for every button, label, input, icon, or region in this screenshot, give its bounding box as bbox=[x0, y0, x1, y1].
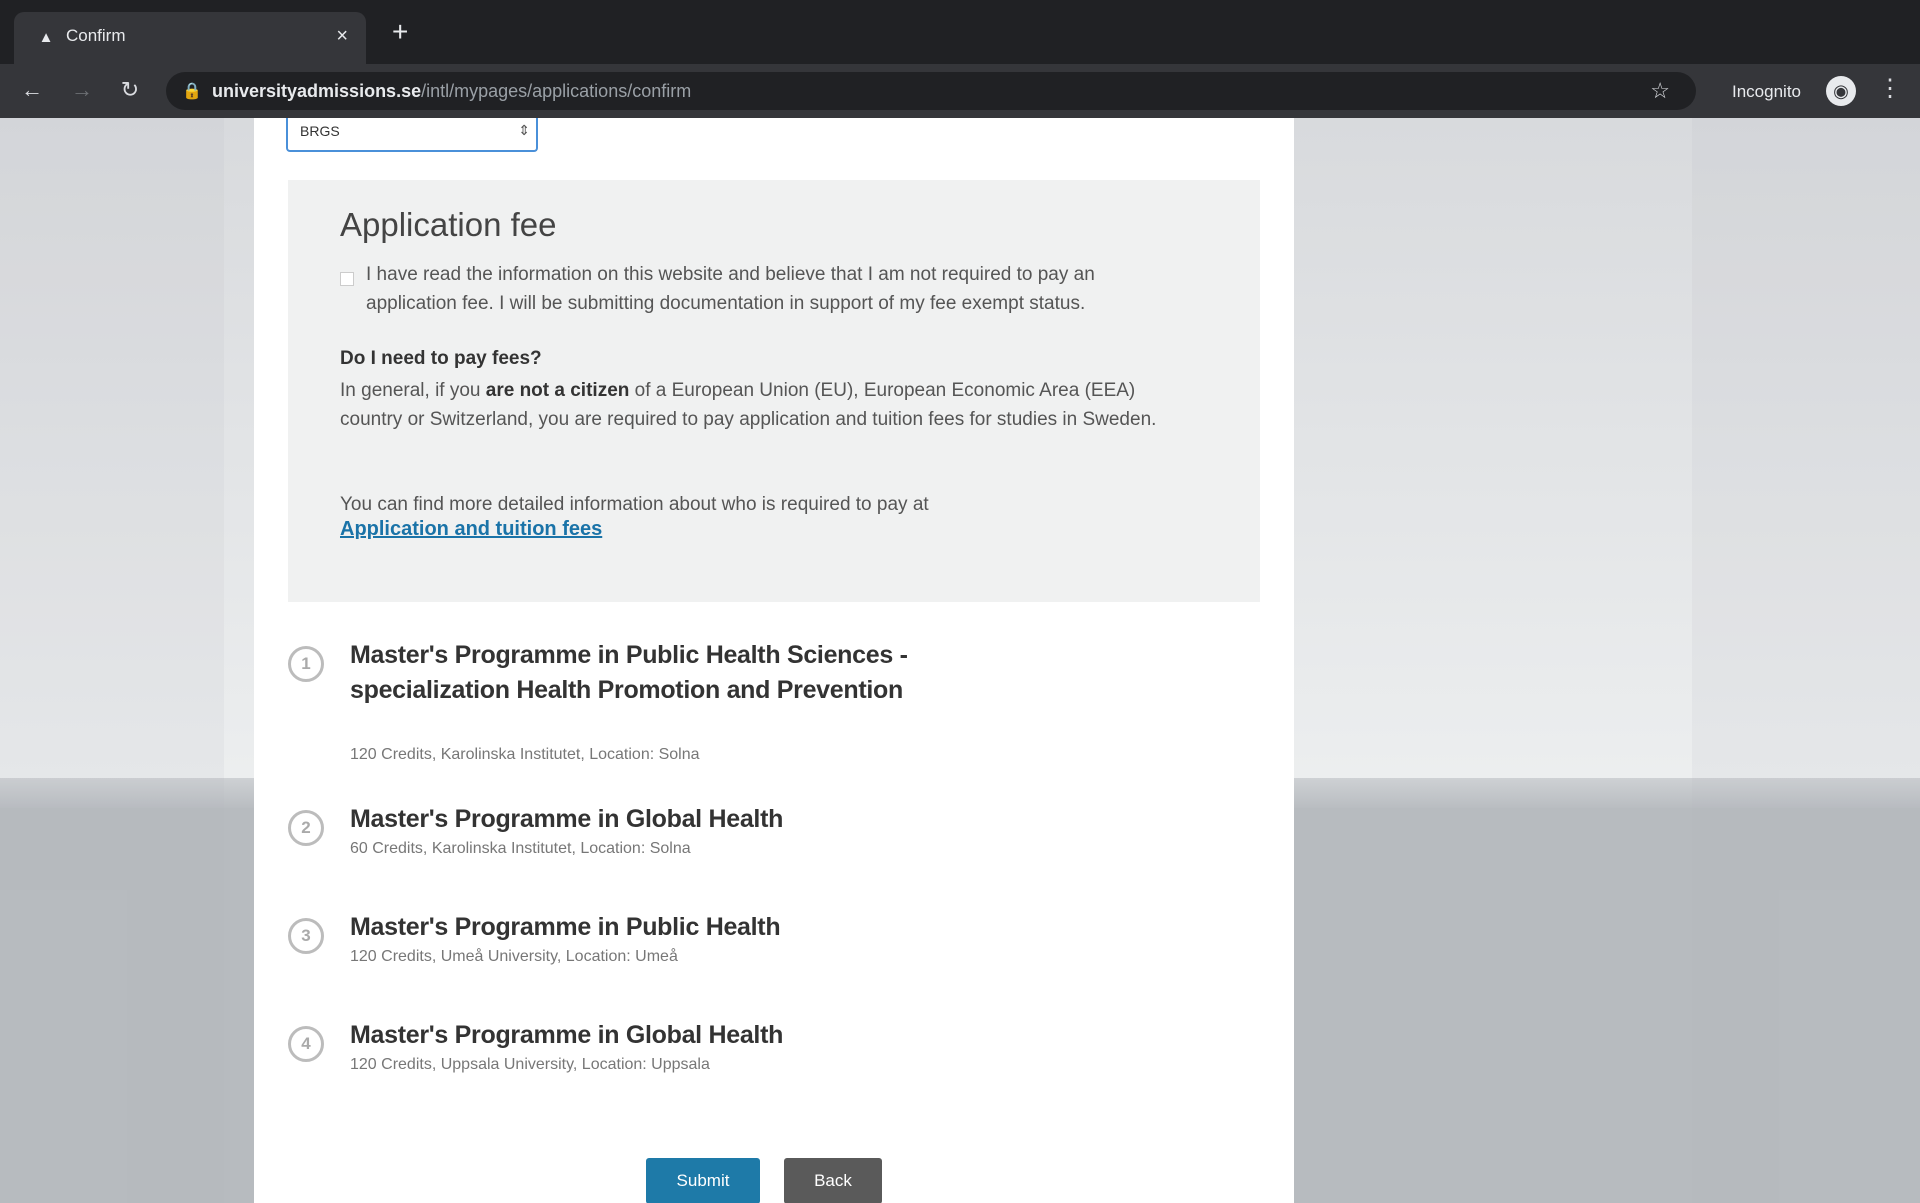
programme-number: 4 bbox=[288, 1026, 324, 1062]
forward-arrow-icon[interactable]: → bbox=[68, 76, 96, 104]
fee-general-bold: are not a citizen bbox=[485, 380, 630, 401]
tab-title: Confirm bbox=[66, 26, 126, 45]
url-path: /intl/mypages/applications/confirm bbox=[421, 81, 692, 101]
browser-tab[interactable]: ▲ Confirm × bbox=[14, 12, 366, 64]
programme-title: Master's Programme in Public Health Scie… bbox=[350, 641, 908, 704]
fee-exempt-label[interactable]: I have read the information on this webs… bbox=[366, 260, 1146, 318]
fee-general-info: In general, if you are not a citizen of … bbox=[340, 376, 1180, 434]
new-tab-button[interactable]: + bbox=[392, 18, 408, 46]
application-fee-box: Application fee I have read the informat… bbox=[288, 180, 1260, 602]
programme-number: 3 bbox=[288, 918, 324, 954]
background-side-right bbox=[1692, 118, 1920, 1203]
fee-general-prefix: In general, if you bbox=[340, 380, 486, 401]
star-icon[interactable]: ☆ bbox=[1650, 78, 1670, 104]
tuition-fees-link[interactable]: Application and tuition fees bbox=[340, 518, 602, 541]
select-value: BRGS bbox=[300, 123, 340, 139]
programme-meta: 120 Credits, Karolinska Institutet, Loca… bbox=[350, 746, 700, 763]
browser-toolbar: ← → ↻ 🔒 universityadmissions.se/intl/myp… bbox=[0, 64, 1920, 118]
incognito-icon[interactable]: ◉ bbox=[1826, 76, 1856, 106]
page-viewport: BRGS ⇕ Application fee I have read the i… bbox=[0, 118, 1920, 1203]
lock-icon: 🔒 bbox=[182, 83, 202, 100]
programme-number: 1 bbox=[288, 646, 324, 682]
url-text: universityadmissions.se/intl/mypages/app… bbox=[212, 81, 691, 102]
address-bar[interactable]: 🔒 universityadmissions.se/intl/mypages/a… bbox=[166, 72, 1696, 110]
programme-meta: 120 Credits, Uppsala University, Locatio… bbox=[350, 1056, 710, 1073]
menu-dots-icon[interactable]: ⋮ bbox=[1878, 74, 1902, 104]
url-host: universityadmissions.se bbox=[212, 81, 422, 101]
back-arrow-icon[interactable]: ← bbox=[18, 76, 46, 104]
fee-title: Application fee bbox=[340, 206, 557, 243]
programme-title: Master's Programme in Public Health bbox=[350, 913, 781, 941]
fee-exempt-checkbox[interactable] bbox=[340, 272, 354, 286]
programme-title: Master's Programme in Global Health bbox=[350, 1021, 784, 1049]
incognito-label: Incognito bbox=[1732, 82, 1801, 101]
programme-meta: 120 Credits, Umeå University, Location: … bbox=[350, 948, 678, 965]
content-panel: BRGS ⇕ Application fee I have read the i… bbox=[254, 118, 1294, 1203]
chevron-updown-icon: ⇕ bbox=[518, 122, 530, 138]
programme-meta: 60 Credits, Karolinska Institutet, Locat… bbox=[350, 840, 691, 857]
incognito-favicon-icon: ▲ bbox=[38, 29, 54, 46]
programme-number: 2 bbox=[288, 810, 324, 846]
close-tab-icon[interactable]: × bbox=[336, 24, 348, 48]
reload-icon[interactable]: ↻ bbox=[116, 76, 144, 104]
back-button[interactable]: Back bbox=[784, 1158, 882, 1203]
browser-tab-bar: ▲ Confirm × + bbox=[0, 0, 1920, 64]
fee-more-info: You can find more detailed information a… bbox=[340, 494, 929, 515]
programme-title: Master's Programme in Global Health bbox=[350, 805, 784, 833]
dropdown-select[interactable]: BRGS ⇕ bbox=[286, 118, 538, 152]
fee-question: Do I need to pay fees? bbox=[340, 348, 542, 369]
background-side-left bbox=[0, 118, 224, 1203]
submit-button[interactable]: Submit bbox=[646, 1158, 760, 1203]
